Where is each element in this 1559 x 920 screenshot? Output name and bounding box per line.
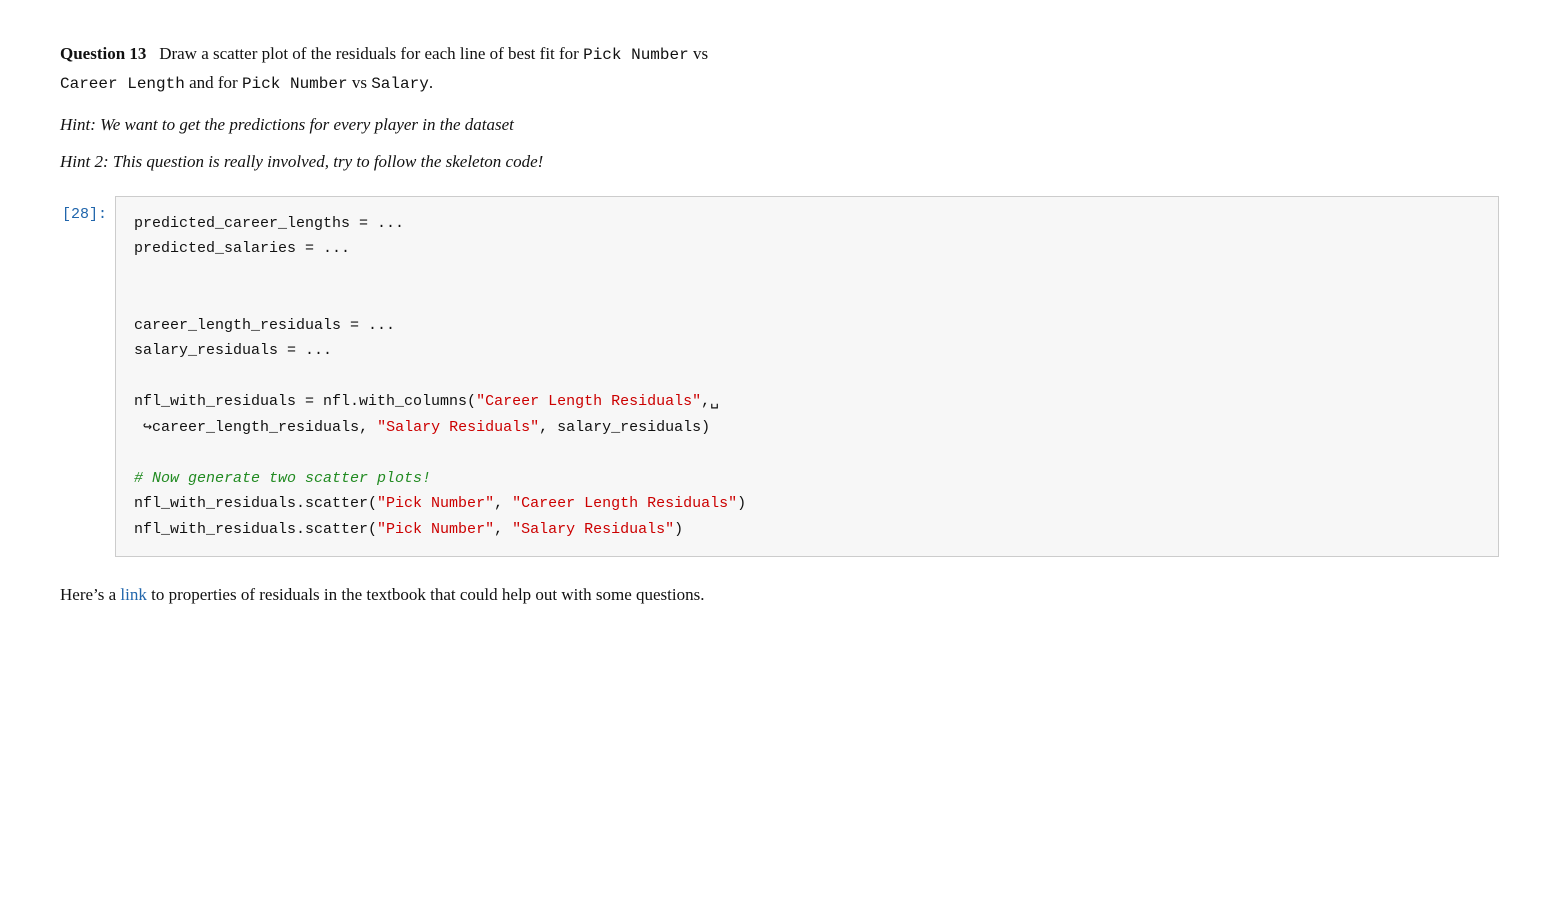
code-salary: Salary [371, 75, 429, 93]
code-line-3: career_length_residuals = ... [134, 317, 395, 334]
code-pick-number-1: Pick Number [583, 46, 689, 64]
code-block[interactable]: predicted_career_lengths = ... predicted… [115, 196, 1499, 558]
code-line-6: ↪career_length_residuals, "Salary Residu… [134, 419, 710, 436]
footer-text: Here’s a link to properties of residuals… [60, 581, 1499, 608]
code-pick-number-2: Pick Number [242, 75, 348, 93]
footer-link[interactable]: link [120, 585, 146, 604]
code-career-length: Career Length [60, 75, 185, 93]
code-comment: # Now generate two scatter plots! [134, 470, 431, 487]
code-cell: [28]: predicted_career_lengths = ... pre… [60, 196, 1499, 558]
code-line-4: salary_residuals = ... [134, 342, 332, 359]
code-line-5: nfl_with_residuals = nfl.with_columns("C… [134, 393, 719, 410]
question-block: Question 13 Draw a scatter plot of the r… [60, 40, 1499, 608]
hint1: Hint: We want to get the predictions for… [60, 111, 1499, 138]
cell-label: [28]: [60, 196, 115, 223]
question-title: Question 13 Draw a scatter plot of the r… [60, 40, 1499, 97]
code-line-2: predicted_salaries = ... [134, 240, 350, 257]
code-line-1: predicted_career_lengths = ... [134, 215, 404, 232]
footer-before: Here’s a [60, 585, 120, 604]
hint2: Hint 2: This question is really involved… [60, 148, 1499, 175]
code-line-8: nfl_with_residuals.scatter("Pick Number"… [134, 521, 683, 538]
question-number: Question 13 [60, 44, 146, 63]
footer-after: to properties of residuals in the textbo… [147, 585, 705, 604]
code-line-7: nfl_with_residuals.scatter("Pick Number"… [134, 495, 746, 512]
